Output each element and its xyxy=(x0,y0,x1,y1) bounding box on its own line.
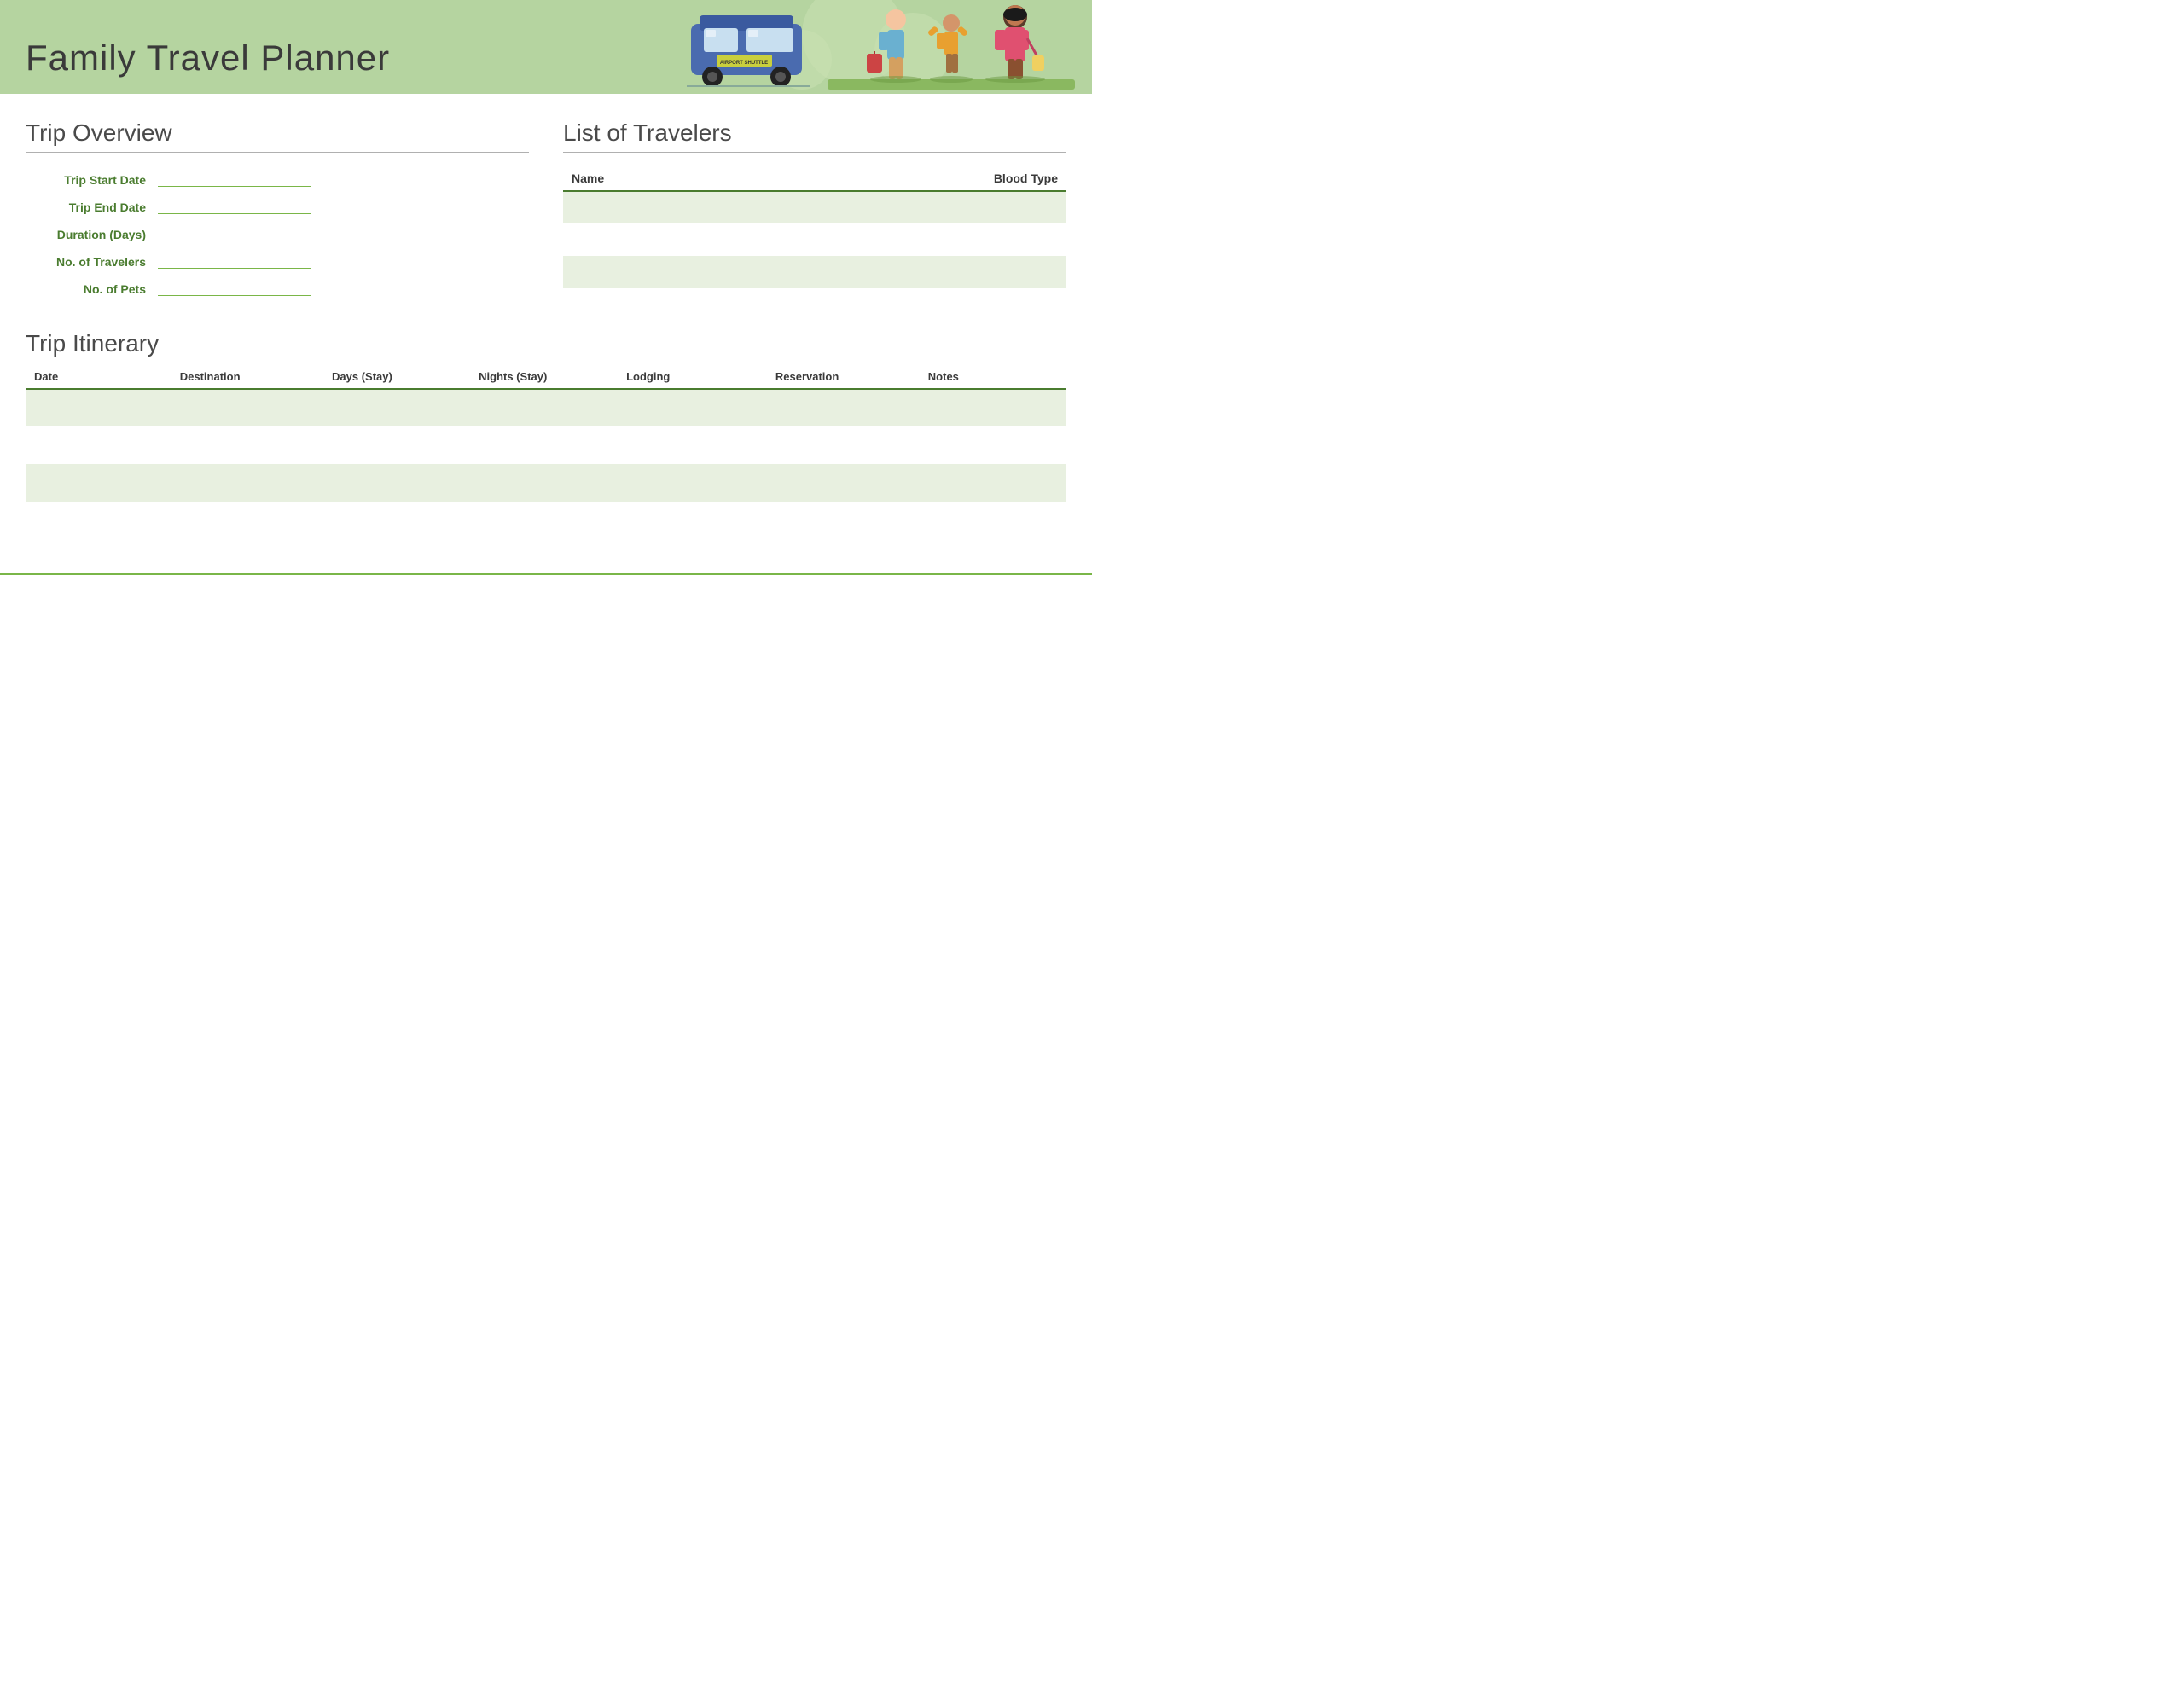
trip-end-date-label: Trip End Date xyxy=(26,200,158,214)
num-travelers-row: No. of Travelers xyxy=(26,250,529,269)
itin-3-lodging[interactable] xyxy=(618,464,767,502)
trip-overview-section: Trip Overview Trip Start Date Trip End D… xyxy=(26,119,529,304)
duration-row: Duration (Days) xyxy=(26,223,529,241)
duration-label: Duration (Days) xyxy=(26,228,158,241)
traveler-3-blood[interactable] xyxy=(815,256,1066,288)
overview-travelers-section: Trip Overview Trip Start Date Trip End D… xyxy=(26,119,1066,304)
num-pets-label: No. of Pets xyxy=(26,282,158,296)
num-pets-input[interactable] xyxy=(158,277,311,296)
itin-3-nights[interactable] xyxy=(470,464,618,502)
itin-3-destination[interactable] xyxy=(171,464,323,502)
itin-col-notes: Notes xyxy=(920,363,1066,389)
itin-col-date: Date xyxy=(26,363,171,389)
traveler-2-name[interactable] xyxy=(563,223,815,256)
itin-4-destination[interactable] xyxy=(171,502,323,539)
itin-1-nights[interactable] xyxy=(470,389,618,426)
itin-3-reservation[interactable] xyxy=(767,464,920,502)
itin-4-notes[interactable] xyxy=(920,502,1066,539)
traveler-1-name[interactable] xyxy=(563,191,815,223)
itin-row-3 xyxy=(26,464,1066,502)
travelers-title: List of Travelers xyxy=(563,119,1066,153)
itin-2-reservation[interactable] xyxy=(767,426,920,464)
traveler-3-name[interactable] xyxy=(563,256,815,288)
itin-2-notes[interactable] xyxy=(920,426,1066,464)
travelers-col-blood-type: Blood Type xyxy=(815,168,1066,191)
itin-1-date[interactable] xyxy=(26,389,171,426)
itin-2-days[interactable] xyxy=(323,426,470,464)
trip-start-date-row: Trip Start Date xyxy=(26,168,529,187)
itin-4-nights[interactable] xyxy=(470,502,618,539)
itinerary-title: Trip Itinerary xyxy=(26,330,1066,363)
bus-label: AIRPORT SHUTTLE xyxy=(720,61,768,66)
travelers-col-name: Name xyxy=(563,168,815,191)
traveler-2-blood[interactable] xyxy=(815,223,1066,256)
duration-input[interactable] xyxy=(158,223,311,241)
num-pets-row: No. of Pets xyxy=(26,277,529,296)
traveler-row-1 xyxy=(563,191,1066,223)
itin-row-2 xyxy=(26,426,1066,464)
itin-col-days: Days (Stay) xyxy=(323,363,470,389)
itin-1-lodging[interactable] xyxy=(618,389,767,426)
itin-1-destination[interactable] xyxy=(171,389,323,426)
itin-4-reservation[interactable] xyxy=(767,502,920,539)
itin-2-date[interactable] xyxy=(26,426,171,464)
itin-row-4 xyxy=(26,502,1066,539)
travelers-section: List of Travelers Name Blood Type xyxy=(563,119,1066,304)
traveler-row-2 xyxy=(563,223,1066,256)
header: Family Travel Planner AIRPORT SHUTTLE xyxy=(0,0,1092,94)
bus-illustration: AIRPORT SHUTTLE xyxy=(687,7,810,88)
itin-col-lodging: Lodging xyxy=(618,363,767,389)
itin-3-date[interactable] xyxy=(26,464,171,502)
traveler-1-blood[interactable] xyxy=(815,191,1066,223)
itin-1-notes[interactable] xyxy=(920,389,1066,426)
itin-1-days[interactable] xyxy=(323,389,470,426)
itin-2-lodging[interactable] xyxy=(618,426,767,464)
app-title: Family Travel Planner xyxy=(26,38,390,78)
main-content: Trip Overview Trip Start Date Trip End D… xyxy=(0,94,1092,556)
itin-col-destination: Destination xyxy=(171,363,323,389)
itin-4-date[interactable] xyxy=(26,502,171,539)
traveler-row-3 xyxy=(563,256,1066,288)
trip-end-date-input[interactable] xyxy=(158,195,311,214)
itinerary-section: Trip Itinerary Date Destination Days (St… xyxy=(26,330,1066,539)
itin-col-reservation: Reservation xyxy=(767,363,920,389)
trip-start-date-label: Trip Start Date xyxy=(26,173,158,187)
itin-2-nights[interactable] xyxy=(470,426,618,464)
num-travelers-label: No. of Travelers xyxy=(26,255,158,269)
trip-start-date-input[interactable] xyxy=(158,168,311,187)
itin-3-days[interactable] xyxy=(323,464,470,502)
travelers-table: Name Blood Type xyxy=(563,168,1066,288)
trip-overview-title: Trip Overview xyxy=(26,119,529,153)
footer-line xyxy=(0,573,1092,580)
people-illustration xyxy=(828,4,1075,90)
trip-end-date-row: Trip End Date xyxy=(26,195,529,214)
itin-4-days[interactable] xyxy=(323,502,470,539)
itin-row-1 xyxy=(26,389,1066,426)
num-travelers-input[interactable] xyxy=(158,250,311,269)
itin-4-lodging[interactable] xyxy=(618,502,767,539)
itin-3-notes[interactable] xyxy=(920,464,1066,502)
itin-1-reservation[interactable] xyxy=(767,389,920,426)
itin-col-nights: Nights (Stay) xyxy=(470,363,618,389)
itinerary-table: Date Destination Days (Stay) Nights (Sta… xyxy=(26,363,1066,539)
itin-2-destination[interactable] xyxy=(171,426,323,464)
